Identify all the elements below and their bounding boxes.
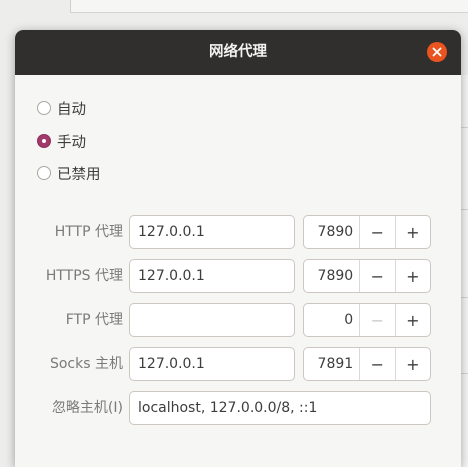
ftp-port-decrement-button: − xyxy=(359,304,394,336)
socks-host-input[interactable]: 127.0.0.1 xyxy=(129,347,295,381)
close-button[interactable] xyxy=(427,42,447,62)
https-port-value[interactable]: 7890 xyxy=(304,260,359,292)
close-icon xyxy=(432,47,442,57)
socks-port-value[interactable]: 7891 xyxy=(304,348,359,380)
ftp-port-spinner: 0 − + xyxy=(303,303,431,337)
radio-label-automatic: 自动 xyxy=(57,101,86,118)
ftp-port-value[interactable]: 0 xyxy=(304,304,359,336)
https-port-decrement-button[interactable]: − xyxy=(359,260,394,292)
radio-automatic[interactable]: 自动 xyxy=(37,97,86,119)
https-port-spinner: 7890 − + xyxy=(303,259,431,293)
background-toolbar xyxy=(70,0,468,13)
background-divider xyxy=(70,0,71,12)
https-port-increment-button[interactable]: + xyxy=(394,260,430,292)
https-host-input[interactable]: 127.0.0.1 xyxy=(129,259,295,293)
radio-indicator-checked[interactable] xyxy=(37,134,51,148)
radio-manual[interactable]: 手动 xyxy=(37,130,86,152)
https-proxy-label: HTTPS 代理 xyxy=(45,268,123,284)
ftp-port-increment-button[interactable]: + xyxy=(394,304,430,336)
network-proxy-dialog: 网络代理 自动 手动 已禁用 HTTP 代理 127.0.0.1 7890 − … xyxy=(15,30,461,467)
ignore-hosts-input[interactable]: localhost, 127.0.0.0/8, ::1 xyxy=(129,391,431,425)
radio-label-manual: 手动 xyxy=(57,134,86,151)
radio-indicator[interactable] xyxy=(37,101,51,115)
titlebar[interactable]: 网络代理 xyxy=(15,30,461,75)
radio-label-disabled: 已禁用 xyxy=(57,166,101,183)
dialog-title: 网络代理 xyxy=(209,44,267,60)
http-port-decrement-button[interactable]: − xyxy=(359,216,394,248)
radio-indicator[interactable] xyxy=(37,166,51,180)
socks-port-decrement-button[interactable]: − xyxy=(359,348,394,380)
ignore-hosts-label: 忽略主机(I) xyxy=(51,400,123,416)
http-proxy-label: HTTP 代理 xyxy=(54,224,123,240)
socks-host-label: Socks 主机 xyxy=(49,356,123,372)
radio-disabled[interactable]: 已禁用 xyxy=(37,162,101,184)
socks-port-spinner: 7891 − + xyxy=(303,347,431,381)
http-port-spinner: 7890 − + xyxy=(303,215,431,249)
http-port-value[interactable]: 7890 xyxy=(304,216,359,248)
ftp-host-input[interactable] xyxy=(129,303,295,337)
http-port-increment-button[interactable]: + xyxy=(394,216,430,248)
ftp-proxy-label: FTP 代理 xyxy=(65,312,123,328)
http-host-input[interactable]: 127.0.0.1 xyxy=(129,215,295,249)
socks-port-increment-button[interactable]: + xyxy=(394,348,430,380)
